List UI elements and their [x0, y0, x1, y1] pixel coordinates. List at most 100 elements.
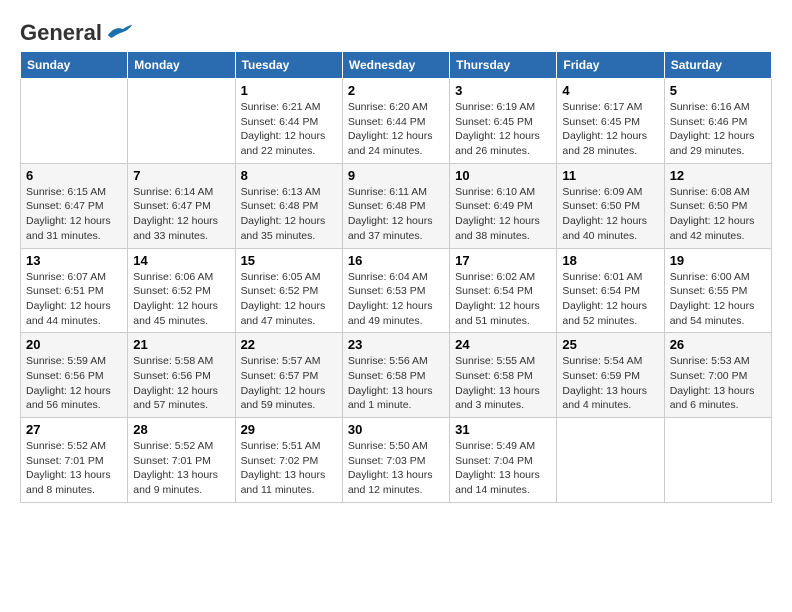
day-number: 14 [133, 253, 229, 268]
day-info: Sunrise: 6:09 AMSunset: 6:50 PMDaylight:… [562, 185, 658, 244]
day-info: Sunrise: 6:16 AMSunset: 6:46 PMDaylight:… [670, 100, 766, 159]
day-cell: 27Sunrise: 5:52 AMSunset: 7:01 PMDayligh… [21, 418, 128, 503]
day-number: 29 [241, 422, 337, 437]
day-info: Sunrise: 6:00 AMSunset: 6:55 PMDaylight:… [670, 270, 766, 329]
day-info: Sunrise: 6:10 AMSunset: 6:49 PMDaylight:… [455, 185, 551, 244]
day-cell: 3Sunrise: 6:19 AMSunset: 6:45 PMDaylight… [450, 79, 557, 164]
day-info: Sunrise: 6:01 AMSunset: 6:54 PMDaylight:… [562, 270, 658, 329]
day-cell: 23Sunrise: 5:56 AMSunset: 6:58 PMDayligh… [342, 333, 449, 418]
day-number: 12 [670, 168, 766, 183]
day-info: Sunrise: 6:05 AMSunset: 6:52 PMDaylight:… [241, 270, 337, 329]
day-info: Sunrise: 6:14 AMSunset: 6:47 PMDaylight:… [133, 185, 229, 244]
day-info: Sunrise: 5:53 AMSunset: 7:00 PMDaylight:… [670, 354, 766, 413]
logo-bird-icon [104, 21, 134, 41]
day-number: 5 [670, 83, 766, 98]
day-number: 13 [26, 253, 122, 268]
column-header-thursday: Thursday [450, 52, 557, 79]
day-info: Sunrise: 6:13 AMSunset: 6:48 PMDaylight:… [241, 185, 337, 244]
week-row-1: 1Sunrise: 6:21 AMSunset: 6:44 PMDaylight… [21, 79, 772, 164]
day-info: Sunrise: 5:58 AMSunset: 6:56 PMDaylight:… [133, 354, 229, 413]
page-header: General [20, 20, 772, 41]
day-cell: 17Sunrise: 6:02 AMSunset: 6:54 PMDayligh… [450, 248, 557, 333]
day-cell: 28 Sunrise: 5:52 AMSunset: 7:01 PMDayligh… [128, 418, 235, 503]
day-number: 21 [133, 337, 229, 352]
day-number: 15 [241, 253, 337, 268]
day-cell [128, 79, 235, 164]
day-info: Sunrise: 5:52 AMSunset: 7:01 PMDaylight:… [133, 439, 229, 498]
day-cell: 14 Sunrise: 6:06 AMSunset: 6:52 PMDayligh… [128, 248, 235, 333]
day-cell: 29 Sunrise: 5:51 AMSunset: 7:02 PMDayligh… [235, 418, 342, 503]
day-number: 9 [348, 168, 444, 183]
day-info: Sunrise: 5:52 AMSunset: 7:01 PMDaylight:… [26, 439, 122, 498]
day-cell: 1Sunrise: 6:21 AMSunset: 6:44 PMDaylight… [235, 79, 342, 164]
column-header-wednesday: Wednesday [342, 52, 449, 79]
week-row-2: 6Sunrise: 6:15 AMSunset: 6:47 PMDaylight… [21, 163, 772, 248]
day-cell: 13 Sunrise: 6:07 AMSunset: 6:51 PMDayligh… [21, 248, 128, 333]
calendar-table: SundayMondayTuesdayWednesdayThursdayFrid… [20, 51, 772, 503]
day-cell: 15 Sunrise: 6:05 AMSunset: 6:52 PMDayligh… [235, 248, 342, 333]
day-cell: 16 Sunrise: 6:04 AMSunset: 6:53 PMDayligh… [342, 248, 449, 333]
day-cell [664, 418, 771, 503]
column-header-saturday: Saturday [664, 52, 771, 79]
day-cell: 24Sunrise: 5:55 AMSunset: 6:58 PMDayligh… [450, 333, 557, 418]
week-row-4: 20 Sunrise: 5:59 AMSunset: 6:56 PMDayligh… [21, 333, 772, 418]
day-cell: 20 Sunrise: 5:59 AMSunset: 6:56 PMDayligh… [21, 333, 128, 418]
column-header-sunday: Sunday [21, 52, 128, 79]
week-row-3: 13 Sunrise: 6:07 AMSunset: 6:51 PMDayligh… [21, 248, 772, 333]
day-number: 19 [670, 253, 766, 268]
day-number: 28 [133, 422, 229, 437]
day-info: Sunrise: 5:59 AMSunset: 6:56 PMDaylight:… [26, 354, 122, 413]
calendar-body: 1Sunrise: 6:21 AMSunset: 6:44 PMDaylight… [21, 79, 772, 503]
day-number: 1 [241, 83, 337, 98]
day-number: 22 [241, 337, 337, 352]
day-info: Sunrise: 5:51 AMSunset: 7:02 PMDaylight:… [241, 439, 337, 498]
day-number: 6 [26, 168, 122, 183]
day-cell: 8 Sunrise: 6:13 AMSunset: 6:48 PMDaylight… [235, 163, 342, 248]
day-info: Sunrise: 5:57 AMSunset: 6:57 PMDaylight:… [241, 354, 337, 413]
day-cell: 12 Sunrise: 6:08 AMSunset: 6:50 PMDayligh… [664, 163, 771, 248]
day-cell [21, 79, 128, 164]
day-cell: 2Sunrise: 6:20 AMSunset: 6:44 PMDaylight… [342, 79, 449, 164]
day-cell: 11 Sunrise: 6:09 AMSunset: 6:50 PMDayligh… [557, 163, 664, 248]
day-cell: 9Sunrise: 6:11 AMSunset: 6:48 PMDaylight… [342, 163, 449, 248]
day-number: 8 [241, 168, 337, 183]
header-row: SundayMondayTuesdayWednesdayThursdayFrid… [21, 52, 772, 79]
logo-text-general: General [20, 20, 102, 46]
day-cell: 26 Sunrise: 5:53 AMSunset: 7:00 PMDayligh… [664, 333, 771, 418]
day-number: 18 [562, 253, 658, 268]
day-info: Sunrise: 6:07 AMSunset: 6:51 PMDaylight:… [26, 270, 122, 329]
day-cell: 21 Sunrise: 5:58 AMSunset: 6:56 PMDayligh… [128, 333, 235, 418]
day-number: 26 [670, 337, 766, 352]
day-info: Sunrise: 6:04 AMSunset: 6:53 PMDaylight:… [348, 270, 444, 329]
day-cell: 19 Sunrise: 6:00 AMSunset: 6:55 PMDayligh… [664, 248, 771, 333]
day-number: 20 [26, 337, 122, 352]
day-number: 11 [562, 168, 658, 183]
day-number: 25 [562, 337, 658, 352]
day-cell: 7Sunrise: 6:14 AMSunset: 6:47 PMDaylight… [128, 163, 235, 248]
calendar-header: SundayMondayTuesdayWednesdayThursdayFrid… [21, 52, 772, 79]
day-info: Sunrise: 5:49 AMSunset: 7:04 PMDaylight:… [455, 439, 551, 498]
day-number: 4 [562, 83, 658, 98]
day-cell: 4Sunrise: 6:17 AMSunset: 6:45 PMDaylight… [557, 79, 664, 164]
day-cell: 31 Sunrise: 5:49 AMSunset: 7:04 PMDayligh… [450, 418, 557, 503]
day-cell: 30Sunrise: 5:50 AMSunset: 7:03 PMDayligh… [342, 418, 449, 503]
day-cell [557, 418, 664, 503]
day-info: Sunrise: 6:08 AMSunset: 6:50 PMDaylight:… [670, 185, 766, 244]
day-cell: 25 Sunrise: 5:54 AMSunset: 6:59 PMDayligh… [557, 333, 664, 418]
day-cell: 22 Sunrise: 5:57 AMSunset: 6:57 PMDayligh… [235, 333, 342, 418]
day-cell: 18 Sunrise: 6:01 AMSunset: 6:54 PMDayligh… [557, 248, 664, 333]
day-info: Sunrise: 6:06 AMSunset: 6:52 PMDaylight:… [133, 270, 229, 329]
column-header-tuesday: Tuesday [235, 52, 342, 79]
day-cell: 10 Sunrise: 6:10 AMSunset: 6:49 PMDayligh… [450, 163, 557, 248]
day-number: 31 [455, 422, 551, 437]
day-number: 2 [348, 83, 444, 98]
day-number: 10 [455, 168, 551, 183]
day-info: Sunrise: 5:56 AMSunset: 6:58 PMDaylight:… [348, 354, 444, 413]
day-number: 17 [455, 253, 551, 268]
day-cell: 5 Sunrise: 6:16 AMSunset: 6:46 PMDaylight… [664, 79, 771, 164]
day-number: 16 [348, 253, 444, 268]
day-cell: 6Sunrise: 6:15 AMSunset: 6:47 PMDaylight… [21, 163, 128, 248]
logo: General [20, 20, 134, 41]
day-info: Sunrise: 5:54 AMSunset: 6:59 PMDaylight:… [562, 354, 658, 413]
day-info: Sunrise: 5:55 AMSunset: 6:58 PMDaylight:… [455, 354, 551, 413]
